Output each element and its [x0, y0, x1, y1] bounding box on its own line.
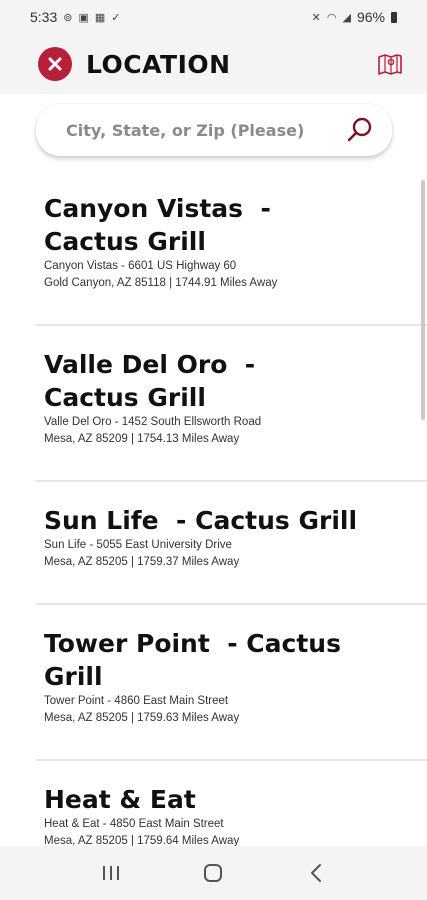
status-right: ✕ ◠ ◢ 96%: [312, 9, 397, 25]
location-city-distance: Mesa, AZ 85209 | 1754.13 Miles Away: [44, 433, 240, 445]
gallery-icon: ▦: [94, 11, 106, 24]
status-left: 5:33 ⊚ ▣ ▦ ✓: [30, 9, 121, 25]
back-button[interactable]: [296, 858, 336, 888]
location-list: Canyon Vistas - Cactus Grill Canyon Vist…: [0, 170, 427, 846]
map-button[interactable]: [377, 51, 403, 77]
recent-apps-icon: [103, 866, 120, 880]
list-item[interactable]: Heat & Eat Heat & Eat - 4850 East Main S…: [36, 761, 427, 846]
location-city-distance: Mesa, AZ 85205 | 1759.64 Miles Away: [44, 835, 240, 846]
wifi-icon: ◠: [326, 11, 337, 24]
check-icon: ✓: [111, 11, 121, 24]
location-address: Tower Point - 4860 East Main Street: [44, 695, 229, 707]
list-item[interactable]: Valle Del Oro - Cactus Grill Valle Del O…: [36, 326, 427, 482]
navigation-bar: [0, 846, 427, 900]
page-title: LOCATION: [86, 49, 231, 79]
status-time: 5:33: [30, 9, 58, 25]
location-name: Tower Point - Cactus Grill: [44, 629, 341, 691]
location-city-distance: Gold Canyon, AZ 85118 | 1744.91 Miles Aw…: [44, 277, 278, 289]
list-item[interactable]: Sun Life - Cactus Grill Sun Life - 5055 …: [36, 482, 427, 605]
home-button[interactable]: [193, 858, 233, 888]
message-icon: ▣: [78, 11, 89, 24]
header: LOCATION: [0, 34, 427, 94]
location-name: Canyon Vistas - Cactus Grill: [44, 194, 271, 256]
location-address: Valle Del Oro - 1452 South Ellsworth Roa…: [44, 416, 262, 428]
location-address: Sun Life - 5055 East University Drive: [44, 539, 232, 551]
battery-icon: [391, 11, 397, 23]
battery-level: 96%: [356, 9, 385, 25]
close-button[interactable]: [38, 47, 72, 81]
signal-icon: ◢: [342, 11, 351, 24]
home-icon: [204, 864, 223, 882]
back-icon: [310, 864, 321, 882]
mute-icon: ✕: [311, 11, 321, 24]
location-city-distance: Mesa, AZ 85205 | 1759.63 Miles Away: [44, 712, 240, 724]
search-input[interactable]: [64, 119, 346, 141]
location-address: Canyon Vistas - 6601 US Highway 60: [44, 260, 237, 272]
list-item[interactable]: Canyon Vistas - Cactus Grill Canyon Vist…: [36, 170, 427, 326]
search-icon: [347, 117, 372, 142]
location-city-distance: Mesa, AZ 85205 | 1759.37 Miles Away: [44, 556, 240, 568]
search-bar: [36, 104, 392, 156]
status-bar: 5:33 ⊚ ▣ ▦ ✓ ✕ ◠ ◢ 96%: [0, 0, 427, 34]
list-item[interactable]: Tower Point - Cactus Grill Tower Point -…: [36, 605, 427, 761]
scrollbar[interactable]: [421, 180, 425, 420]
location-name: Sun Life - Cactus Grill: [44, 506, 358, 535]
notification-icon: ⊚: [63, 11, 73, 24]
search-button[interactable]: [346, 116, 374, 144]
location-name: Valle Del Oro - Cactus Grill: [44, 350, 256, 412]
location-name: Heat & Eat: [44, 785, 196, 814]
location-address: Heat & Eat - 4850 East Main Street: [44, 818, 224, 830]
recent-apps-button[interactable]: [91, 858, 131, 888]
map-icon: [378, 54, 402, 75]
close-icon: [48, 57, 62, 71]
